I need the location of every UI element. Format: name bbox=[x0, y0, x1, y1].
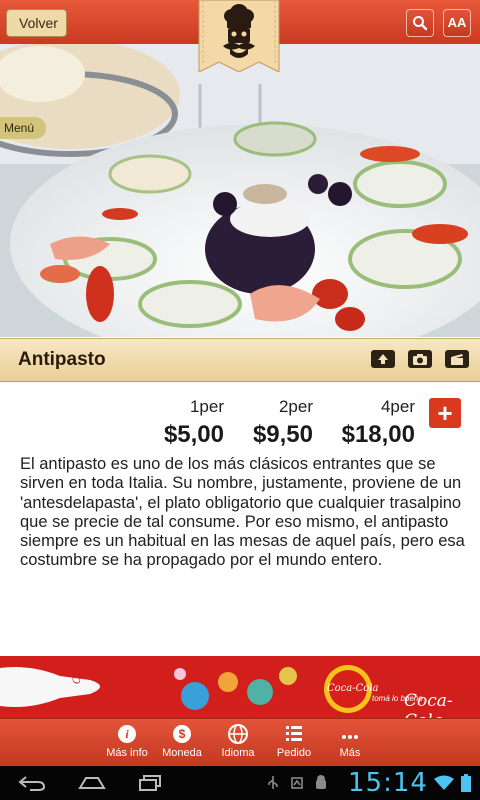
text-size-label: AA bbox=[447, 15, 467, 30]
add-to-order-button[interactable]: + bbox=[429, 398, 461, 428]
currency-icon: $ bbox=[173, 725, 191, 743]
search-button[interactable] bbox=[406, 9, 434, 37]
system-clock: 15:14 bbox=[348, 768, 428, 798]
nav-currency[interactable]: $ Moneda bbox=[150, 723, 214, 759]
ad-bottle-logo: Coca-Cola bbox=[72, 656, 83, 684]
photo-button[interactable] bbox=[408, 350, 432, 368]
back-button-label: Volver bbox=[19, 15, 58, 31]
info-icon: i bbox=[118, 725, 136, 743]
text-size-button[interactable]: AA bbox=[443, 9, 471, 37]
wifi-icon bbox=[434, 775, 454, 790]
dish-title: Antipasto bbox=[18, 349, 106, 370]
app-root: Volver AA Menú Antipasto 1per 2per 4per … bbox=[0, 0, 480, 800]
ad-circle-logo: Coca-Cola bbox=[327, 683, 379, 694]
recent-apps-icon[interactable] bbox=[136, 774, 164, 792]
globe-icon bbox=[228, 724, 248, 744]
search-icon bbox=[413, 16, 428, 31]
nav-order[interactable]: Pedido bbox=[262, 723, 326, 759]
nav-order-label: Pedido bbox=[276, 747, 312, 759]
android-debug-icon bbox=[316, 775, 326, 789]
plus-icon: + bbox=[437, 398, 453, 428]
svg-text:$: $ bbox=[179, 727, 186, 741]
back-nav-icon[interactable] bbox=[16, 773, 48, 793]
list-icon bbox=[286, 726, 302, 741]
upload-icon bbox=[378, 354, 388, 364]
price-2-value: $9,50 bbox=[252, 421, 313, 448]
system-navigation-bar: 15:14 bbox=[0, 766, 480, 800]
usb-icon bbox=[268, 776, 278, 789]
dish-photo: Menú bbox=[0, 44, 480, 337]
chef-logo bbox=[198, 0, 280, 72]
home-nav-icon[interactable] bbox=[76, 775, 108, 791]
price-1-value: $5,00 bbox=[163, 421, 224, 448]
antipasto-plate-illustration bbox=[0, 44, 480, 337]
camera-icon bbox=[413, 354, 427, 365]
menu-tab-label: Menú bbox=[4, 121, 35, 135]
dish-description: El antipasto es uno de los más clásicos … bbox=[20, 455, 465, 570]
share-button[interactable] bbox=[371, 350, 395, 368]
price-3-value: $18,00 bbox=[341, 421, 415, 448]
price-1-label: 1per bbox=[189, 397, 224, 416]
video-button[interactable] bbox=[445, 350, 469, 368]
ad-banner[interactable]: Coca-Cola Coca-Cola tomá lo bueno Coca-C… bbox=[0, 656, 480, 718]
price-2-label: 2per bbox=[278, 397, 313, 416]
nav-more[interactable]: Más bbox=[318, 723, 382, 759]
menu-tab[interactable]: Menú bbox=[0, 117, 47, 139]
more-icon bbox=[342, 735, 358, 739]
nav-language-label: Idioma bbox=[221, 747, 255, 759]
battery-icon bbox=[461, 774, 471, 792]
nav-currency-label: Moneda bbox=[162, 747, 202, 759]
nav-language[interactable]: Idioma bbox=[206, 723, 270, 759]
clapperboard-icon bbox=[451, 354, 463, 365]
bottom-navigation: i Más info $ Moneda Idioma Pedido Más bbox=[0, 718, 480, 767]
notification-icon bbox=[291, 777, 303, 789]
nav-more-label: Más bbox=[339, 747, 361, 759]
price-3-label: 4per bbox=[380, 397, 415, 416]
ad-brand-logo: Coca-Cola bbox=[404, 691, 453, 718]
dish-title-bar: Antipasto bbox=[0, 338, 480, 382]
back-button[interactable]: Volver bbox=[6, 9, 67, 37]
